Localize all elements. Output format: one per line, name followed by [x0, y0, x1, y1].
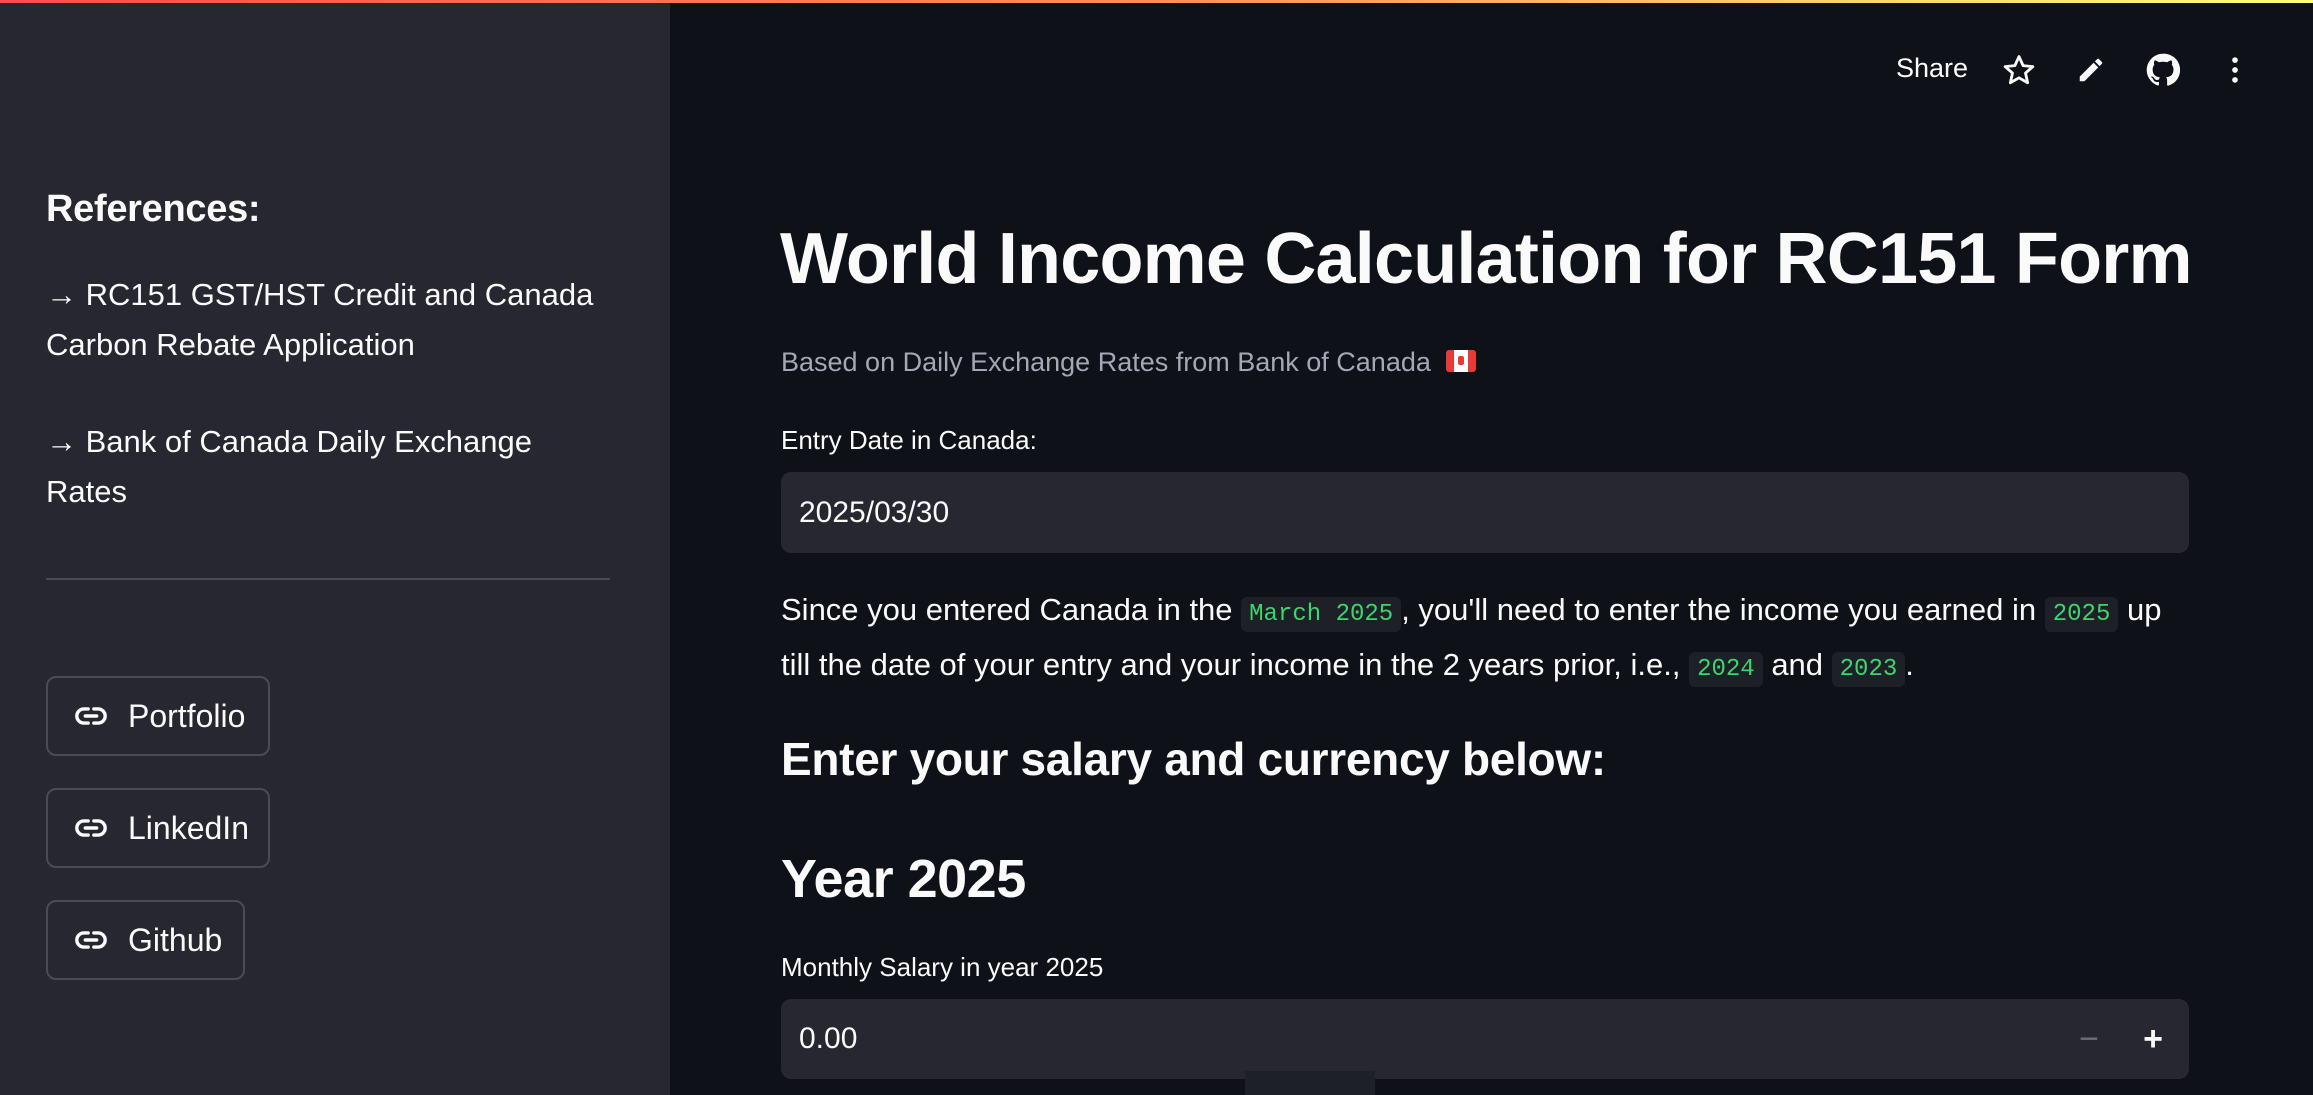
instructions-paragraph: Since you entered Canada in the March 20…	[781, 585, 2191, 695]
portfolio-button-label: Portfolio	[128, 697, 246, 734]
link-icon	[74, 811, 108, 845]
prior-year-1-code: 2024	[1689, 652, 1763, 687]
more-vertical-icon[interactable]	[2215, 50, 2255, 90]
portfolio-button[interactable]: Portfolio	[46, 676, 270, 756]
linkedin-button[interactable]: LinkedIn	[46, 788, 270, 868]
decrement-button[interactable]: −	[2059, 1009, 2119, 1069]
rc151-reference-link[interactable]: → RC151 GST/HST Credit and Canada Carbon…	[46, 270, 606, 370]
monthly-salary-field: − +	[781, 999, 2189, 1079]
entry-month-code: March 2025	[1241, 597, 1402, 632]
page-title: World Income Calculation for RC151 Form	[780, 219, 2192, 299]
github-button[interactable]: Github	[46, 900, 245, 980]
salary-section-heading: Enter your salary and currency below:	[781, 733, 1606, 785]
canada-flag-icon	[1446, 349, 1477, 372]
star-icon[interactable]	[1999, 50, 2039, 90]
paragraph-text: and	[1762, 647, 1832, 682]
github-icon[interactable]	[2143, 50, 2183, 90]
prior-year-2-code: 2023	[1831, 652, 1906, 687]
share-button[interactable]: Share	[1896, 53, 1968, 84]
paragraph-text: Since you entered Canada in the	[781, 592, 1242, 627]
page-subtitle: Based on Daily Exchange Rates from Bank …	[781, 347, 1477, 378]
input-underline	[1245, 1071, 1375, 1095]
sidebar-divider	[46, 578, 610, 580]
sidebar: References: → RC151 GST/HST Credit and C…	[0, 0, 670, 1095]
monthly-salary-label: Monthly Salary in year 2025	[781, 952, 1104, 982]
entry-year-code: 2025	[2044, 597, 2119, 632]
link-icon	[74, 923, 108, 957]
entry-date-input[interactable]	[781, 472, 2189, 553]
increment-button[interactable]: +	[2123, 1009, 2183, 1069]
link-icon	[74, 699, 108, 733]
paragraph-text: , you'll need to enter the income you ea…	[1401, 592, 2045, 627]
bank-of-canada-reference-link[interactable]: → Bank of Canada Daily Exchange Rates	[46, 417, 606, 517]
linkedin-button-label: LinkedIn	[128, 809, 249, 846]
year-heading: Year 2025	[781, 849, 1026, 909]
entry-date-label: Entry Date in Canada:	[781, 425, 1037, 455]
references-heading: References:	[46, 188, 261, 230]
paragraph-text: .	[1905, 647, 1914, 682]
github-button-label: Github	[128, 921, 223, 958]
subtitle-text: Based on Daily Exchange Rates from Bank …	[781, 347, 1431, 377]
pencil-icon[interactable]	[2071, 50, 2111, 90]
monthly-salary-input[interactable]	[781, 999, 2021, 1079]
top-decoration-bar	[0, 0, 2313, 3]
